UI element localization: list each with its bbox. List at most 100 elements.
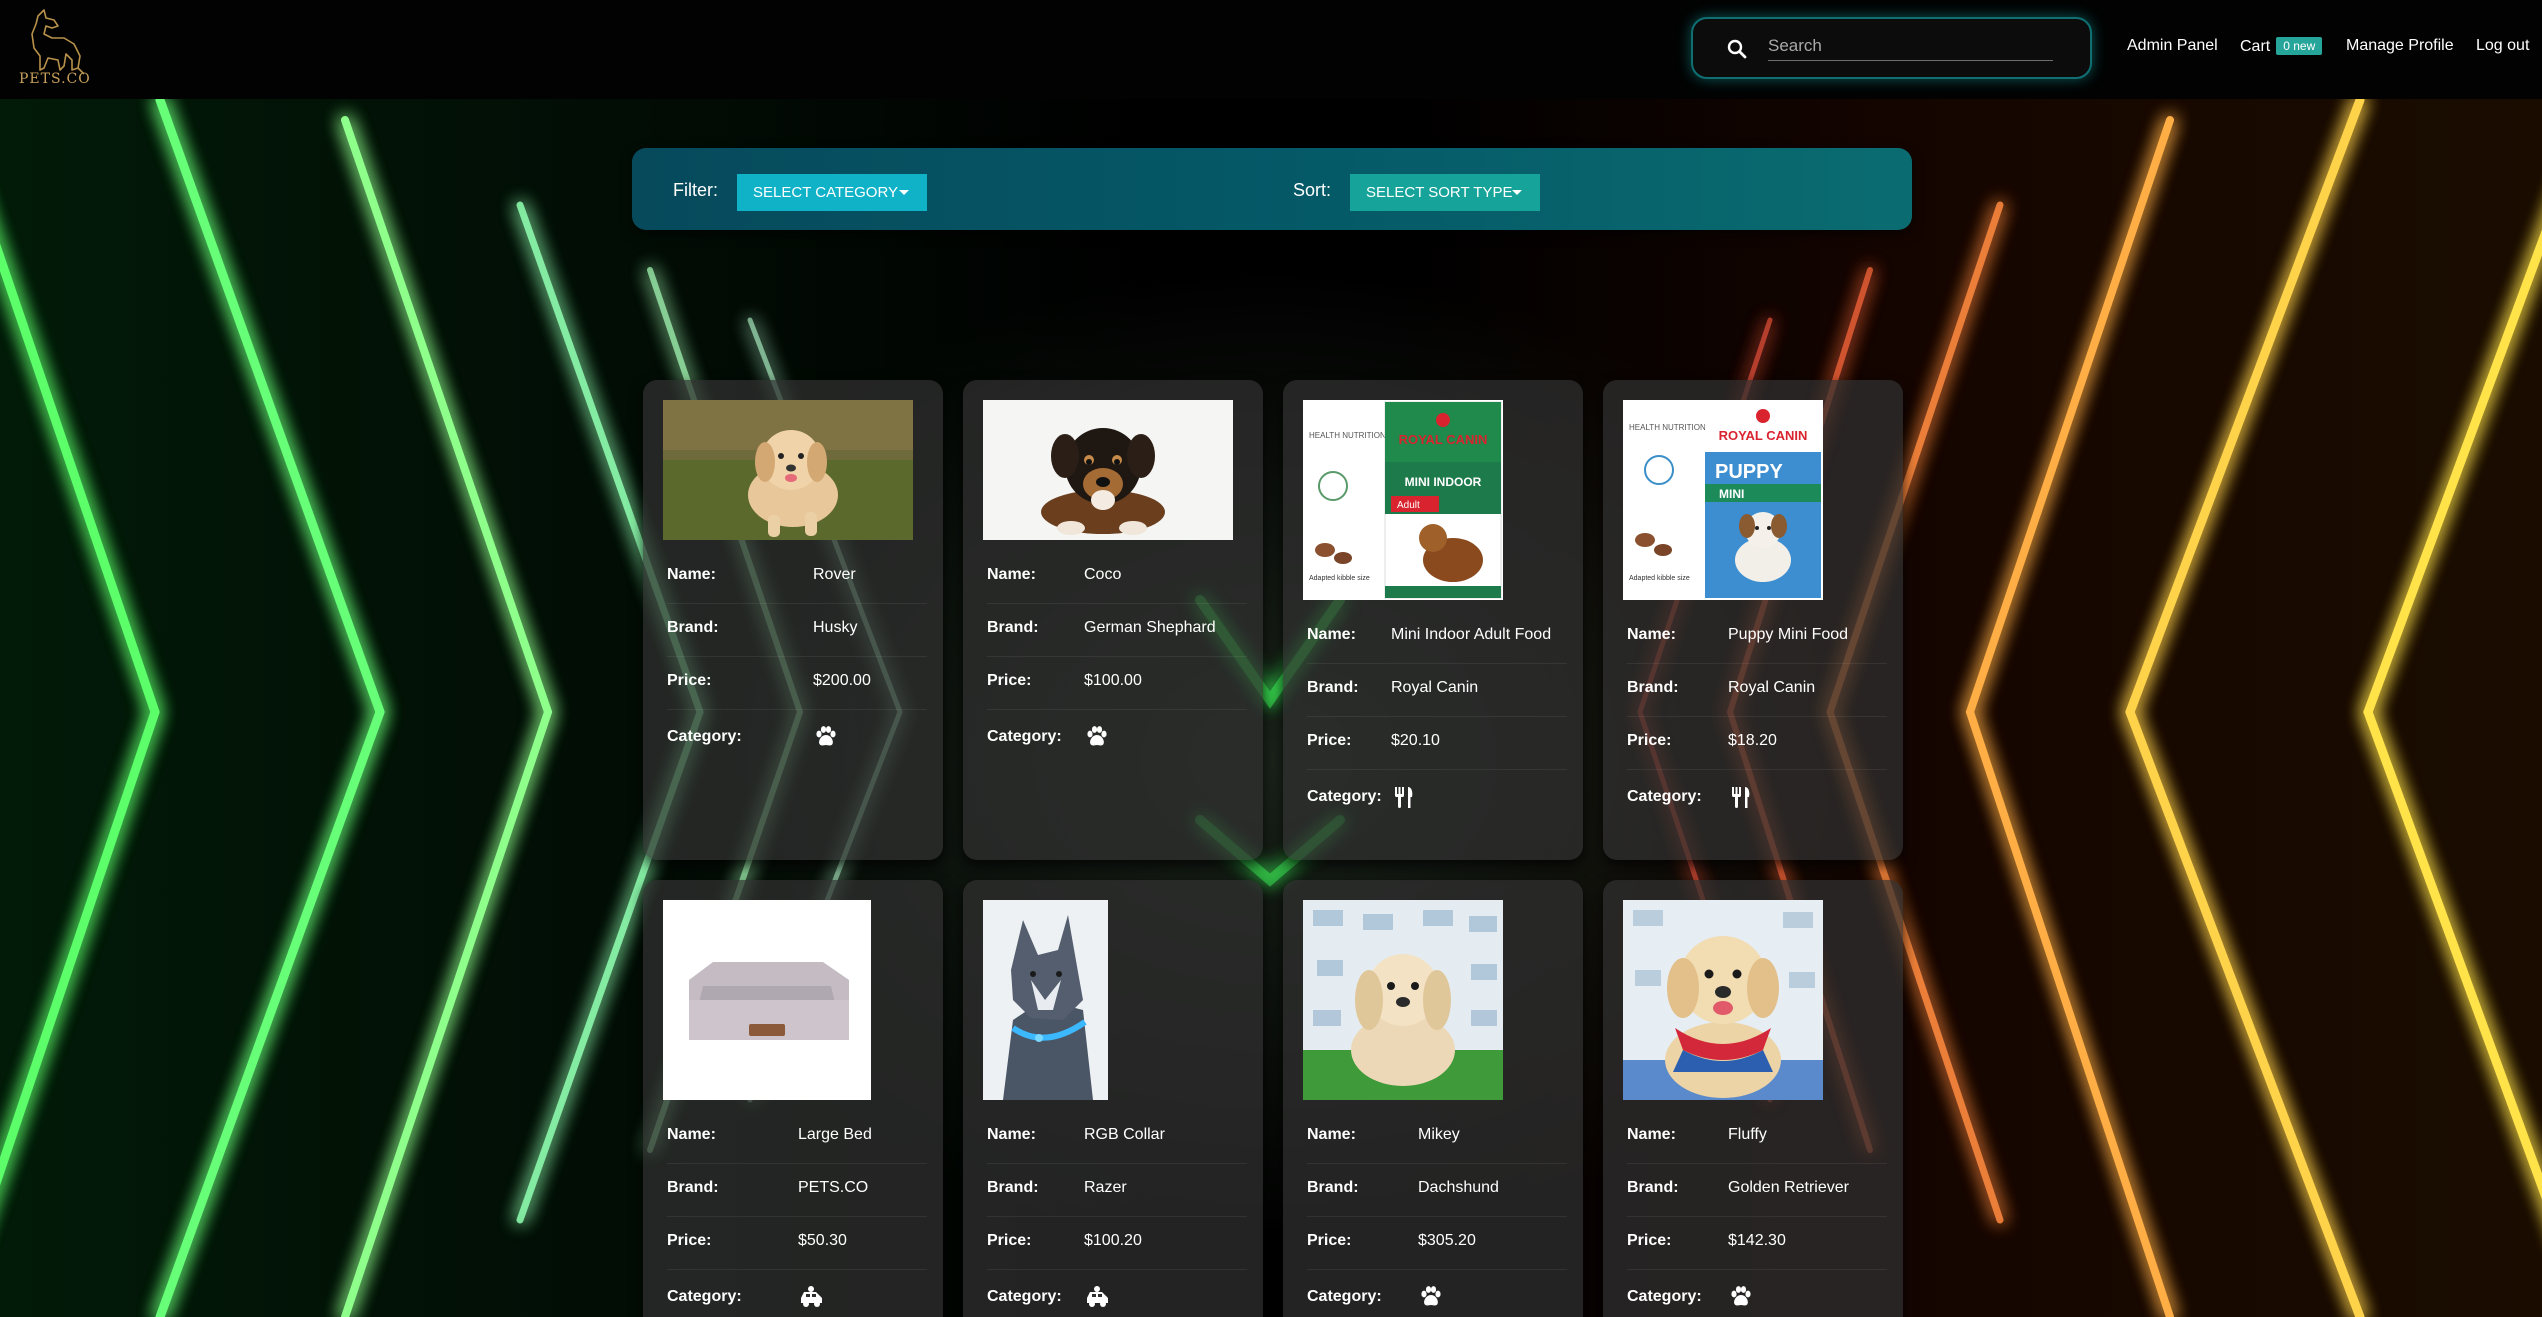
product-price-row: Price: $18.20 <box>1627 718 1887 770</box>
product-brand: PETS.CO <box>798 1179 869 1196</box>
product-name: Rover <box>813 566 856 583</box>
product-category-row: Category: <box>1307 774 1567 826</box>
cart-badge: 0 new <box>2276 37 2323 55</box>
product-brand: German Shephard <box>1084 619 1216 636</box>
product-name-row: Name: RGB Collar <box>987 1112 1247 1164</box>
field-label: Category: <box>1627 1288 1702 1305</box>
product-brand-row: Brand: PETS.CO <box>667 1165 927 1217</box>
product-card[interactable]: HEALTH NUTRITION Adapted kibble size ROY… <box>1603 380 1903 860</box>
product-price: $20.10 <box>1391 732 1440 749</box>
field-label: Name: <box>1307 1126 1356 1143</box>
product-name: RGB Collar <box>1084 1126 1165 1143</box>
product-card[interactable]: Name: Coco Brand: German Shephard Price:… <box>963 380 1263 860</box>
product-price-row: Price: $142.30 <box>1627 1218 1887 1270</box>
product-price-row: Price: $200.00 <box>667 658 927 710</box>
field-label: Category: <box>987 1288 1062 1305</box>
field-label: Category: <box>987 728 1062 745</box>
field-label: Brand: <box>1627 1179 1679 1196</box>
product-price-row: Price: $305.20 <box>1307 1218 1567 1270</box>
field-label: Category: <box>667 728 742 745</box>
product-image[interactable] <box>1303 900 1503 1100</box>
product-card[interactable]: Name: Large Bed Brand: PETS.CO Price: $5… <box>643 880 943 1317</box>
product-card[interactable]: Name: RGB Collar Brand: Razer Price: $10… <box>963 880 1263 1317</box>
product-name-row: Name: Mini Indoor Adult Food <box>1307 612 1567 664</box>
nav-admin-panel[interactable]: Admin Panel <box>2127 37 2218 55</box>
bag-health-text: HEALTH NUTRITION <box>1309 431 1386 440</box>
filter-category-dropdown[interactable]: SELECT CATEGORY <box>737 174 927 211</box>
field-label: Category: <box>1307 1288 1382 1305</box>
product-brand-row: Brand: Royal Canin <box>1307 665 1567 717</box>
product-image[interactable] <box>1623 900 1823 1100</box>
field-label: Name: <box>987 566 1036 583</box>
bag-brand-text: ROYAL CANIN <box>1399 432 1488 447</box>
nav-cart[interactable]: Cart 0 new <box>2240 37 2323 56</box>
product-price: $100.20 <box>1084 1232 1142 1249</box>
product-image[interactable] <box>663 900 871 1100</box>
product-image[interactable] <box>663 400 913 540</box>
search-icon[interactable] <box>1727 39 1747 59</box>
product-image[interactable] <box>983 400 1233 540</box>
product-card[interactable]: Name: Rover Brand: Husky Price: $200.00 … <box>643 380 943 860</box>
product-image[interactable]: HEALTH NUTRITION Adapted kibble size ROY… <box>1303 400 1503 600</box>
field-label: Brand: <box>987 619 1039 636</box>
field-label: Price: <box>1627 732 1672 749</box>
field-label: Name: <box>987 1126 1036 1143</box>
product-category-row: Category: <box>1627 774 1887 826</box>
nav-logout[interactable]: Log out <box>2476 37 2529 55</box>
product-image[interactable]: HEALTH NUTRITION Adapted kibble size ROY… <box>1623 400 1823 600</box>
utensils-icon <box>1732 787 1750 808</box>
field-label: Price: <box>1307 1232 1352 1249</box>
product-name: Mini Indoor Adult Food <box>1391 626 1552 643</box>
product-brand-row: Brand: Golden Retriever <box>1627 1165 1887 1217</box>
field-label: Name: <box>1627 1126 1676 1143</box>
caret-down-icon <box>899 190 909 195</box>
filter-category-value: SELECT CATEGORY <box>753 184 899 201</box>
filter-sort-bar: Filter: SELECT CATEGORY Sort: SELECT SOR… <box>632 148 1912 230</box>
field-label: Price: <box>987 1232 1032 1249</box>
product-brand-row: Brand: Royal Canin <box>1627 665 1887 717</box>
sort-type-value: SELECT SORT TYPE <box>1366 184 1513 201</box>
paw-icon <box>816 726 836 746</box>
product-category-row: Category: <box>987 714 1247 766</box>
product-category-row: Category: <box>667 714 927 766</box>
product-category-row: Category: <box>1307 1274 1567 1317</box>
product-price: $100.00 <box>1084 672 1142 689</box>
product-brand-row: Brand: Husky <box>667 605 927 657</box>
product-card[interactable]: Name: Fluffy Brand: Golden Retriever Pri… <box>1603 880 1903 1317</box>
utensils-icon <box>1395 787 1413 808</box>
field-label: Price: <box>1627 1232 1672 1249</box>
product-brand: Royal Canin <box>1391 679 1479 696</box>
product-category-row: Category: <box>987 1274 1247 1317</box>
field-label: Price: <box>987 672 1032 689</box>
product-name-row: Name: Puppy Mini Food <box>1627 612 1887 664</box>
sort-type-dropdown[interactable]: SELECT SORT TYPE <box>1350 174 1540 211</box>
search-bar <box>1691 17 2092 79</box>
product-brand: Dachshund <box>1418 1179 1499 1196</box>
field-label: Category: <box>667 1288 742 1305</box>
dog-car-icon <box>801 1286 822 1307</box>
product-price: $200.00 <box>813 672 871 689</box>
product-name-row: Name: Fluffy <box>1627 1112 1887 1164</box>
search-input[interactable] <box>1768 31 2053 61</box>
field-label: Name: <box>667 566 716 583</box>
product-price: $142.30 <box>1728 1232 1786 1249</box>
product-name-row: Name: Mikey <box>1307 1112 1567 1164</box>
field-label: Name: <box>1627 626 1676 643</box>
product-price-row: Price: $20.10 <box>1307 718 1567 770</box>
bag-brand-text: ROYAL CANIN <box>1719 428 1808 443</box>
nav-manage-profile[interactable]: Manage Profile <box>2346 37 2454 55</box>
product-price: $50.30 <box>798 1232 847 1249</box>
product-image[interactable] <box>983 900 1108 1100</box>
product-card[interactable]: HEALTH NUTRITION Adapted kibble size ROY… <box>1283 380 1583 860</box>
product-price-row: Price: $100.20 <box>987 1218 1247 1270</box>
product-brand: Royal Canin <box>1728 679 1816 696</box>
bag-life-stage-text: Adult <box>1397 500 1420 511</box>
product-price: $305.20 <box>1418 1232 1476 1249</box>
bag-health-text: HEALTH NUTRITION <box>1629 423 1706 432</box>
dog-car-icon <box>1087 1286 1108 1307</box>
product-category-row: Category: <box>1627 1274 1887 1317</box>
product-card[interactable]: Name: Mikey Brand: Dachshund Price: $305… <box>1283 880 1583 1317</box>
product-name: Fluffy <box>1728 1126 1767 1143</box>
field-label: Brand: <box>667 1179 719 1196</box>
bag-size-text: MINI <box>1719 487 1744 501</box>
